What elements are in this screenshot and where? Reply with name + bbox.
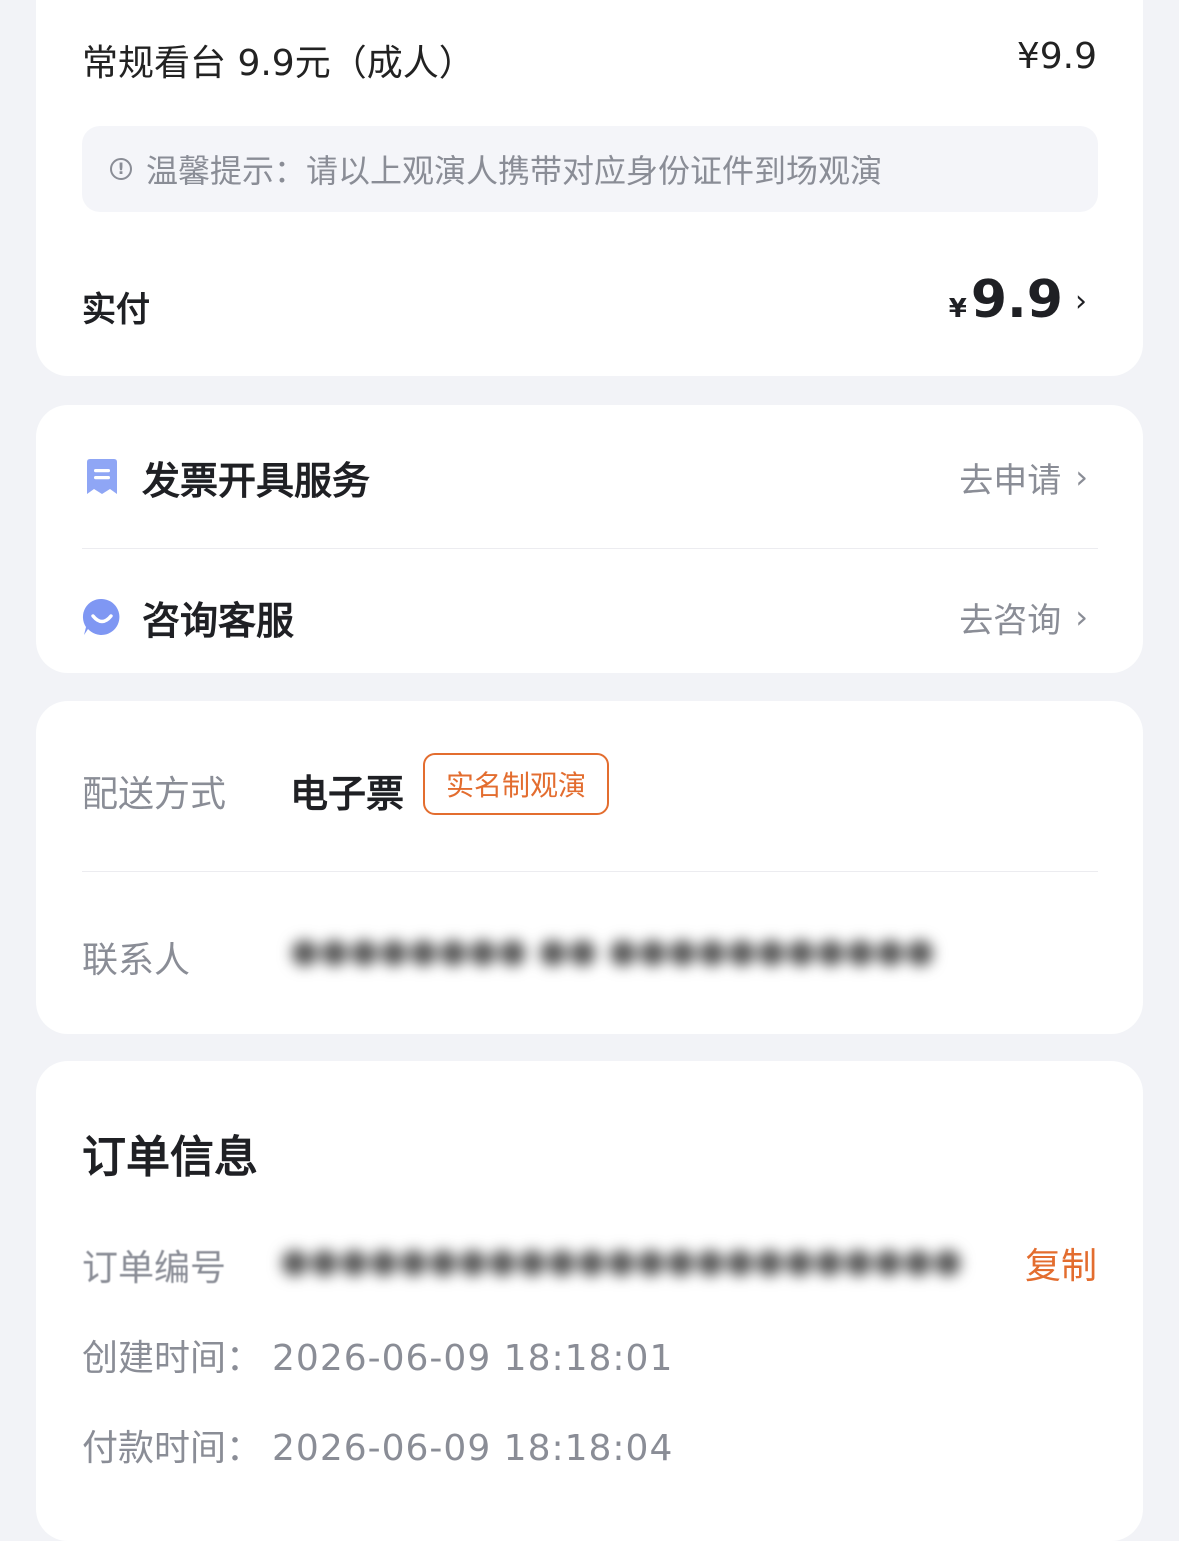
- chevron-right-icon: ›: [1075, 284, 1087, 319]
- realname-tag: 实名制观演: [423, 753, 609, 815]
- contact-value-redacted: ●●●●●●●● ●● ●●●●●●●●●●●: [290, 931, 935, 971]
- divider: [82, 548, 1098, 549]
- paid-label: 实付: [82, 290, 150, 330]
- paid-currency: ¥: [948, 294, 967, 324]
- paid-time-label: 付款时间：: [82, 1428, 263, 1469]
- invoice-action-label: 去申请: [959, 460, 1062, 501]
- invoice-service-row[interactable]: 发票开具服务 去申请 ›: [82, 437, 1098, 517]
- delivery-value: 电子票: [290, 772, 405, 816]
- tip-box: ! 温馨提示：请以上观演人携带对应身份证件到场观演: [82, 126, 1098, 212]
- paid-value: 9.9: [970, 270, 1063, 330]
- tip-text: 温馨提示：请以上观演人携带对应身份证件到场观演: [146, 152, 883, 190]
- paid-time-value: 2026-06-09 18:18:04: [272, 1428, 674, 1469]
- chevron-right-icon: ›: [1075, 598, 1088, 636]
- consult-label: 咨询客服: [142, 598, 295, 643]
- price-card: 常规看台 9.9元（成人） ¥9.9 ! 温馨提示：请以上观演人携带对应身份证件…: [36, 0, 1143, 376]
- ticket-name: 常规看台 9.9元（成人）: [82, 43, 475, 84]
- chat-smile-icon: [82, 597, 122, 637]
- chevron-right-icon: ›: [1075, 458, 1088, 496]
- consult-service-row[interactable]: 咨询客服 去咨询 ›: [82, 577, 1098, 657]
- created-time-label: 创建时间：: [82, 1338, 263, 1379]
- consult-link[interactable]: 去咨询 ›: [959, 593, 1088, 642]
- order-info-title: 订单信息: [82, 1132, 258, 1183]
- order-no-value-redacted: ●●●●●●●●●●●●●●●●●●●●●●●: [280, 1241, 963, 1281]
- invoice-apply-link[interactable]: 去申请 ›: [959, 453, 1088, 502]
- divider: [82, 871, 1098, 872]
- paid-amount-button[interactable]: ¥ 9.9 ›: [949, 270, 1087, 330]
- service-card: 发票开具服务 去申请 › 咨询客服 去咨询 ›: [36, 405, 1143, 673]
- copy-button[interactable]: 复制: [1025, 1237, 1097, 1289]
- paid-time-row: 付款时间： 2026-06-09 18:18:04: [82, 1419, 673, 1471]
- info-circle-icon: !: [110, 158, 132, 180]
- ticket-price: ¥9.9: [1016, 36, 1097, 77]
- invoice-label: 发票开具服务: [142, 458, 371, 503]
- delivery-label: 配送方式: [82, 774, 227, 815]
- created-time-value: 2026-06-09 18:18:01: [272, 1338, 674, 1379]
- consult-action-label: 去咨询: [959, 600, 1062, 641]
- receipt-icon: [82, 457, 122, 497]
- created-time-row: 创建时间： 2026-06-09 18:18:01: [82, 1329, 673, 1381]
- order-no-label: 订单编号: [82, 1248, 227, 1289]
- contact-label: 联系人: [82, 940, 191, 981]
- order-info-card: 订单信息 订单编号 ●●●●●●●●●●●●●●●●●●●●●●● 复制 创建时…: [36, 1061, 1143, 1541]
- delivery-card: 配送方式 电子票 实名制观演 联系人 ●●●●●●●● ●● ●●●●●●●●●…: [36, 701, 1143, 1034]
